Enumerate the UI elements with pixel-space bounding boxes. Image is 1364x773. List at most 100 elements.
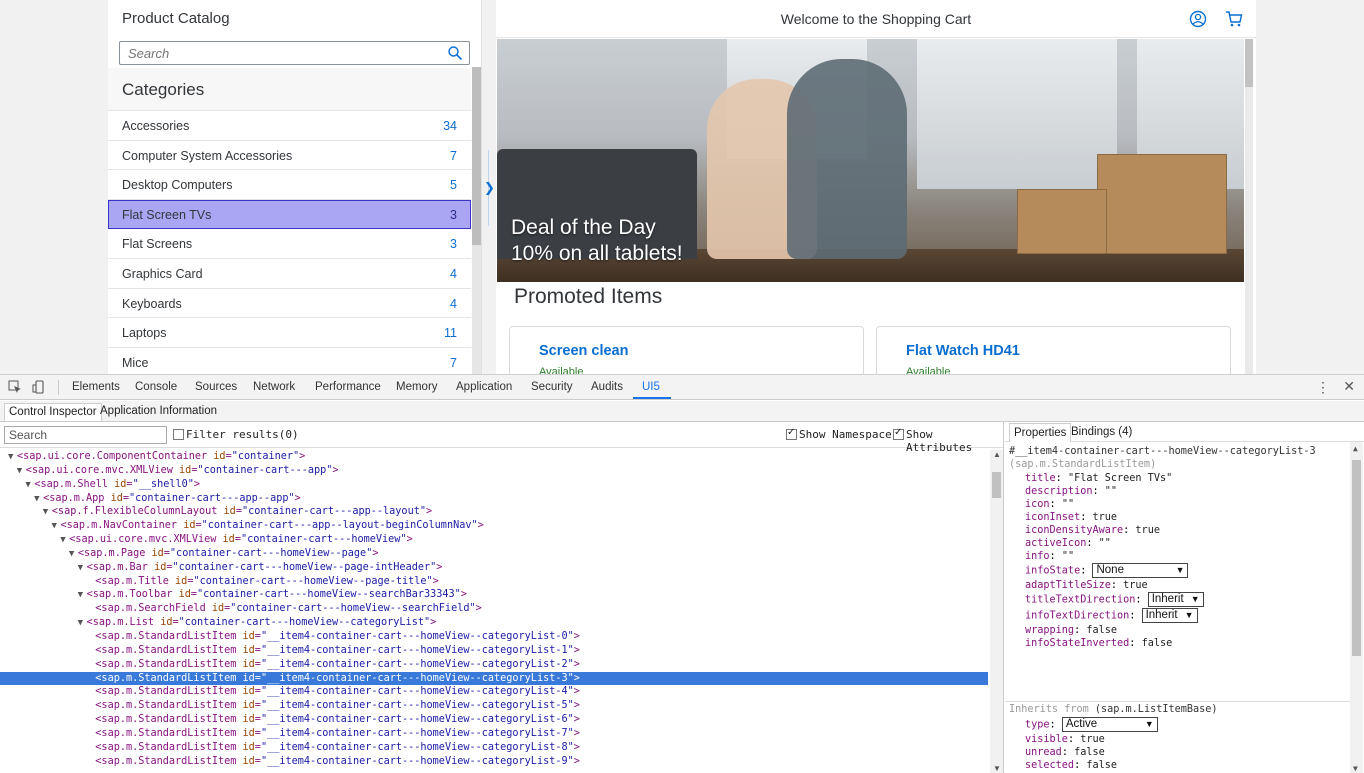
detail-scrollbar-thumb[interactable] (1245, 39, 1253, 87)
tree-node[interactable]: <sap.m.StandardListItem id="__item4-cont… (0, 741, 988, 755)
tree-node[interactable]: ▼ <sap.m.Toolbar id="container-cart---hom… (0, 588, 988, 602)
devtools-tab-memory[interactable]: Memory (396, 381, 438, 393)
devtools-tab-elements[interactable]: Elements (72, 381, 120, 393)
devtools-tab-network[interactable]: Network (253, 381, 295, 393)
filter-results-checkbox[interactable] (173, 429, 184, 440)
category-list-item[interactable]: Flat Screens 3 (108, 229, 471, 259)
tree-toggle-icon[interactable]: ▼ (52, 520, 61, 534)
cart-icon[interactable] (1225, 10, 1243, 28)
tree-node-end: > (573, 700, 580, 712)
scroll-up-icon[interactable]: ▲ (1353, 444, 1358, 453)
devtools-tab-application[interactable]: Application (456, 381, 512, 393)
tree-toggle-icon[interactable]: ▼ (69, 548, 78, 562)
master-scrollbar[interactable] (472, 67, 481, 374)
device-toolbar-icon[interactable] (32, 380, 46, 394)
tree-toggle-icon[interactable]: ▼ (8, 451, 17, 465)
control-tree-scrollbar-thumb[interactable] (992, 472, 1001, 498)
properties-pane: Properties Bindings (4) #__item4-contain… (1005, 422, 1364, 773)
close-icon[interactable]: ✕ (1343, 378, 1355, 395)
property-select[interactable]: Inherit ▼ (1141, 608, 1198, 623)
promoted-item-card[interactable]: Screen clean Available (509, 326, 864, 374)
tree-toggle-icon[interactable]: ▼ (17, 465, 26, 479)
tree-node[interactable]: ▼ <sap.ui.core.mvc.XMLView id="container-… (0, 464, 988, 478)
property-select[interactable]: None ▼ (1092, 563, 1189, 578)
category-list-item[interactable]: Desktop Computers 5 (108, 170, 471, 200)
hero-banner[interactable]: Deal of the Day 10% on all tablets! (497, 39, 1244, 282)
tree-node-value: "__item4-container-cart---homeView--cate… (260, 700, 574, 712)
properties-scrollbar[interactable]: ▲ ▼ (1350, 442, 1363, 773)
tree-node[interactable]: <sap.m.Title id="container-cart---homeVi… (0, 575, 988, 589)
tree-node[interactable]: ▼ <sap.m.Shell id="__shell0"> (0, 478, 988, 492)
property-select[interactable]: Active ▼ (1061, 717, 1158, 732)
control-tree-scrollbar[interactable]: ▲ ▼ (990, 450, 1003, 773)
tree-node[interactable]: <sap.m.StandardListItem id="__item4-cont… (0, 699, 988, 713)
properties-scrollbar-thumb[interactable] (1352, 460, 1361, 656)
tree-node[interactable]: <sap.m.StandardListItem id="__item4-cont… (0, 658, 988, 672)
promoted-item-title[interactable]: Flat Watch HD41 (906, 343, 1020, 359)
search-icon[interactable] (447, 45, 463, 61)
inherits-heading: Inherits from (sap.m.ListItemBase) (1009, 704, 1218, 715)
tree-node[interactable]: ▼ <sap.f.FlexibleColumnLayout id="contain… (0, 505, 988, 519)
category-list-item[interactable]: Keyboards 4 (108, 288, 471, 319)
tree-toggle-icon[interactable]: ▼ (60, 534, 69, 548)
subtab-application-information[interactable]: Application Information (96, 403, 221, 421)
category-list-item[interactable]: Flat Screen TVs 3 (108, 199, 471, 230)
category-list-item[interactable]: Laptops 11 (108, 318, 471, 348)
devtools-tab-sources[interactable]: Sources (195, 381, 237, 393)
tree-node[interactable]: <sap.m.StandardListItem id="__item4-cont… (0, 713, 988, 727)
subtab-control-inspector[interactable]: Control Inspector (4, 403, 102, 421)
tree-node[interactable]: ▼ <sap.m.App id="container-cart---app--ap… (0, 492, 988, 506)
tree-toggle-icon[interactable]: ▼ (78, 589, 87, 603)
tree-toggle-icon[interactable]: ▼ (34, 493, 43, 507)
category-list-item[interactable]: Graphics Card 4 (108, 258, 471, 289)
devtools-tab-ui5[interactable]: UI5 (642, 381, 660, 393)
tree-node[interactable]: ▼ <sap.ui.core.mvc.XMLView id="container-… (0, 533, 988, 547)
category-list-item[interactable]: Accessories 34 (108, 111, 471, 141)
property-value: true (1135, 525, 1160, 536)
tree-node[interactable]: <sap.m.StandardListItem id="__item4-cont… (0, 671, 988, 686)
tree-node[interactable]: <sap.m.StandardListItem id="__item4-cont… (0, 727, 988, 741)
pane-divider[interactable]: ❯ (484, 0, 495, 374)
tab-bindings[interactable]: Bindings (4) (1067, 423, 1136, 442)
property-key: description (1025, 486, 1093, 497)
tree-node[interactable]: <sap.m.StandardListItem id="__item4-cont… (0, 755, 988, 769)
category-list-item[interactable]: Mice 7 (108, 347, 471, 374)
tree-node[interactable]: <sap.m.StandardListItem id="__item4-cont… (0, 644, 988, 658)
promoted-item-title[interactable]: Screen clean (539, 343, 628, 359)
tree-toggle-icon[interactable]: ▼ (43, 506, 52, 520)
show-namespace-checkbox[interactable] (786, 427, 797, 440)
scroll-up-icon[interactable]: ▲ (993, 450, 1001, 459)
devtools-tab-audits[interactable]: Audits (591, 381, 623, 393)
tree-node[interactable]: ▼ <sap.m.Bar id="container-cart---homeVie… (0, 561, 988, 575)
expand-arrow-icon[interactable]: ❯ (484, 180, 495, 196)
control-tree-search-input[interactable] (4, 426, 167, 444)
devtools-tab-console[interactable]: Console (135, 381, 177, 393)
tree-node[interactable]: ▼ <sap.m.Page id="container-cart---homeVi… (0, 547, 988, 561)
detail-scrollbar[interactable] (1245, 39, 1253, 374)
promoted-item-card[interactable]: Flat Watch HD41 Available (876, 326, 1231, 374)
tree-toggle-icon[interactable]: ▼ (78, 617, 87, 631)
inspect-element-icon[interactable] (8, 380, 22, 394)
show-attributes-checkbox[interactable] (893, 427, 904, 440)
master-panel: Product Catalog Categories Accessories34… (108, 0, 482, 374)
devtools-tab-security[interactable]: Security (531, 381, 573, 393)
tree-toggle-icon[interactable]: ▼ (78, 562, 87, 576)
tree-node[interactable]: <sap.m.StandardListItem id="__item4-cont… (0, 630, 988, 644)
control-tree: ▼ <sap.ui.core.ComponentContainer id="con… (0, 450, 988, 773)
property-select[interactable]: Inherit ▼ (1147, 592, 1204, 607)
tree-node-end: > (332, 464, 339, 476)
tab-properties[interactable]: Properties (1009, 423, 1072, 442)
tree-node[interactable]: ▼ <sap.ui.core.ComponentContainer id="con… (0, 450, 988, 464)
tree-node[interactable]: ▼ <sap.m.NavContainer id="container-cart-… (0, 519, 988, 533)
tree-node[interactable]: ▼ <sap.m.List id="container-cart---homeVi… (0, 616, 988, 630)
more-options-icon[interactable]: ⋮ (1316, 379, 1330, 396)
master-search-field[interactable] (119, 41, 470, 65)
devtools-tab-performance[interactable]: Performance (315, 381, 381, 393)
property-key: iconDensityAware (1025, 525, 1124, 536)
tree-node[interactable]: <sap.m.StandardListItem id="__item4-cont… (0, 685, 988, 699)
tree-node[interactable]: <sap.m.SearchField id="container-cart---… (0, 602, 988, 616)
user-icon[interactable] (1189, 10, 1207, 28)
master-scrollbar-thumb[interactable] (472, 67, 481, 245)
master-search-input[interactable] (120, 42, 430, 64)
category-list-item[interactable]: Computer System Accessories 7 (108, 140, 471, 171)
